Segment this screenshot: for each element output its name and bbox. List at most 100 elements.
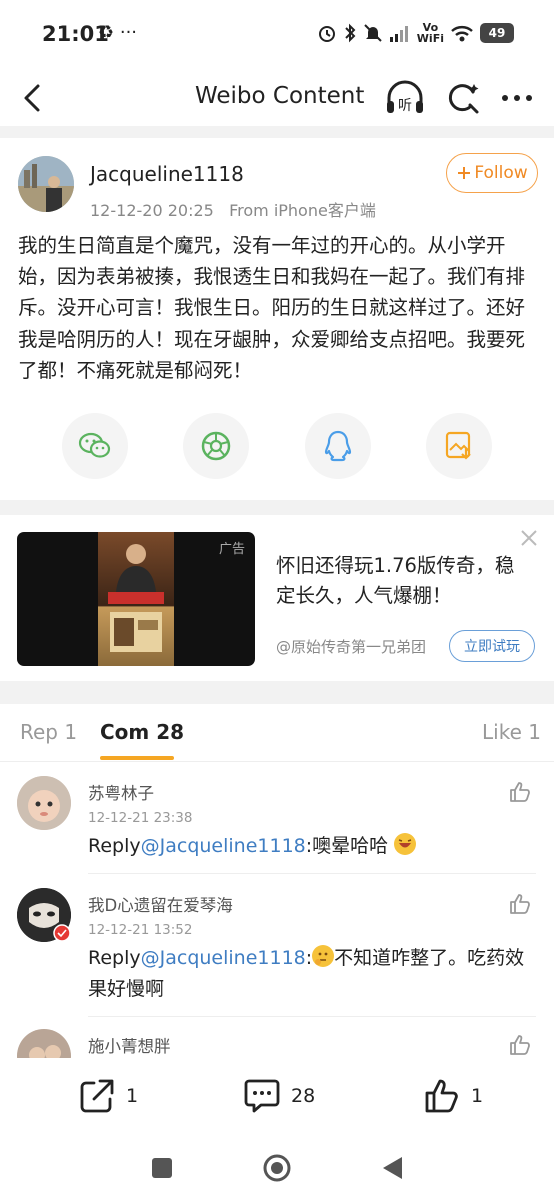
- repost-count: 1: [126, 1085, 139, 1107]
- comment-like-button[interactable]: [508, 780, 532, 804]
- follow-label: Follow: [474, 163, 528, 183]
- headphones-icon: 听: [387, 80, 423, 114]
- comment-body: :噢晕哈哈: [305, 835, 389, 857]
- close-icon: [521, 530, 537, 546]
- thumbs-up-icon: [510, 894, 530, 914]
- bluetooth-icon: [345, 23, 356, 43]
- section-divider: [0, 681, 554, 704]
- home-icon[interactable]: [262, 1153, 292, 1183]
- battery-indicator: 49: [480, 23, 514, 43]
- avatar-photo: [18, 156, 74, 212]
- repost-icon: [80, 1079, 114, 1113]
- comment-button[interactable]: 28: [243, 1076, 315, 1116]
- status-notification-icons: ♻ ···: [98, 22, 138, 43]
- system-nav-bar: [0, 1138, 554, 1200]
- comment-like-button[interactable]: [508, 892, 532, 916]
- recent-apps-icon[interactable]: [151, 1157, 173, 1179]
- vowifi-indicator: Vo WiFi: [416, 21, 444, 45]
- active-tab-indicator: [100, 756, 174, 760]
- ad-close-button[interactable]: [518, 527, 540, 549]
- top-nav-bar: Weibo Content 听: [0, 70, 554, 126]
- back-button[interactable]: [16, 78, 50, 118]
- post-meta: 12-12-20 20:25 From iPhone客户端: [90, 197, 376, 221]
- ad-tag: 广告: [218, 542, 245, 557]
- ad-headline[interactable]: 怀旧还得玩1.76版传奇，稳定长久，人气爆棚！: [276, 551, 526, 611]
- commenter-avatar[interactable]: [17, 1029, 71, 1058]
- tab-likes[interactable]: Like 1: [482, 720, 541, 744]
- vip-badge-icon: [53, 924, 71, 942]
- author-username[interactable]: Jacqueline1118: [90, 162, 244, 186]
- wechat-icon: [78, 432, 111, 458]
- thinking-emoji-icon: [312, 945, 335, 967]
- comment-like-button[interactable]: [508, 1033, 532, 1057]
- moments-icon: [201, 431, 231, 461]
- status-system-icons: Vo WiFi 49: [317, 22, 514, 44]
- tab-reposts[interactable]: Rep 1: [20, 720, 77, 744]
- share-row: [0, 413, 554, 483]
- post-card: Jacqueline1118 12-12-20 20:25 From iPhon…: [0, 138, 554, 500]
- tab-comments[interactable]: Com 28: [100, 720, 184, 744]
- ad-poster-image: [98, 532, 174, 666]
- page-title: Weibo Content: [195, 83, 365, 109]
- comment-item: 苏粤林子 12-12-21 23:38 Reply@Jacqueline1118…: [0, 762, 554, 874]
- listen-button[interactable]: 听: [383, 78, 427, 118]
- comment-count: 28: [291, 1085, 316, 1107]
- comment-time: 12-12-21 23:38: [88, 810, 193, 826]
- thumbs-up-icon: [510, 782, 530, 802]
- signal-icon: [389, 26, 408, 42]
- svg-text:听: 听: [398, 98, 412, 114]
- reply-prefix: Reply: [88, 835, 141, 857]
- repost-button[interactable]: 1: [78, 1076, 138, 1116]
- comment-text: Reply@Jacqueline1118:噢晕哈哈: [88, 831, 528, 862]
- mention-link[interactable]: @Jacqueline1118: [141, 947, 306, 969]
- comment-text: Reply@Jacqueline1118: 不知道咋整了。吃药效果好慢啊: [88, 943, 528, 1005]
- like-count: 1: [471, 1085, 484, 1107]
- section-divider: [0, 500, 554, 515]
- interaction-tabs: Rep 1 Com 28 Like 1: [0, 704, 554, 762]
- status-bar: 21:01 ♻ ··· Vo WiFi 49: [0, 0, 554, 70]
- comment-time: 12-12-21 13:52: [88, 922, 193, 938]
- commenter-name[interactable]: 施小菁想胖: [88, 1033, 171, 1057]
- ad-source[interactable]: @原始传奇第一兄弟团: [276, 636, 426, 657]
- commenter-avatar[interactable]: [17, 888, 71, 942]
- comment-item: 我D心遗留在爱琴海 12-12-21 13:52 Reply@Jacquelin…: [0, 874, 554, 1017]
- search-button[interactable]: [443, 78, 483, 118]
- thumbs-up-icon: [510, 1035, 530, 1055]
- commenter-name[interactable]: 苏粤林子: [88, 780, 154, 804]
- save-image-icon: [445, 431, 471, 460]
- post-text: 我的生日简直是个魔咒，没有一年过的开心的。从小学开始，因为表弟被揍，我恨透生日和…: [18, 234, 526, 382]
- comment-list: 苏粤林子 12-12-21 23:38 Reply@Jacqueline1118…: [0, 762, 554, 1058]
- more-button[interactable]: [497, 78, 537, 118]
- thumbs-up-icon: [425, 1079, 458, 1113]
- post-time: 12-12-20 20:25: [90, 201, 214, 220]
- commenter-avatar[interactable]: [17, 776, 71, 830]
- save-image-button[interactable]: [426, 413, 492, 479]
- laugh-emoji-icon: [394, 833, 417, 855]
- follow-button[interactable]: Follow: [446, 153, 538, 193]
- commenter-name[interactable]: 我D心遗留在爱琴海: [88, 892, 233, 916]
- share-qq-button[interactable]: [305, 413, 371, 479]
- mention-link[interactable]: @Jacqueline1118: [141, 835, 306, 857]
- more-icon: [502, 95, 532, 101]
- qq-icon: [324, 430, 352, 462]
- alarm-icon: [318, 26, 335, 42]
- comment-icon: [244, 1079, 280, 1113]
- ad-try-button[interactable]: 立即试玩: [449, 630, 535, 662]
- comment-item: 施小菁想胖: [0, 1017, 554, 1058]
- share-wechat-button[interactable]: [62, 413, 128, 479]
- plus-icon: [458, 167, 471, 179]
- search-icon: [448, 84, 479, 114]
- ad-card[interactable]: 广告 怀旧还得玩1.76版传奇，稳定长久，人气爆棚！ @原始传奇第一兄弟团 立即…: [0, 515, 554, 681]
- reply-prefix: Reply: [88, 947, 141, 969]
- post-source: From iPhone客户端: [229, 201, 376, 220]
- like-button[interactable]: 1: [423, 1076, 483, 1116]
- back-nav-icon[interactable]: [380, 1155, 404, 1181]
- chevron-left-icon: [24, 84, 40, 112]
- author-avatar[interactable]: [18, 156, 74, 212]
- section-divider: [0, 126, 554, 138]
- bottom-action-bar: 1 28 1: [0, 1058, 554, 1138]
- ad-video-thumbnail[interactable]: 广告: [17, 532, 255, 666]
- mute-icon: [364, 24, 382, 42]
- wifi-icon: [451, 26, 473, 42]
- share-moments-button[interactable]: [183, 413, 249, 479]
